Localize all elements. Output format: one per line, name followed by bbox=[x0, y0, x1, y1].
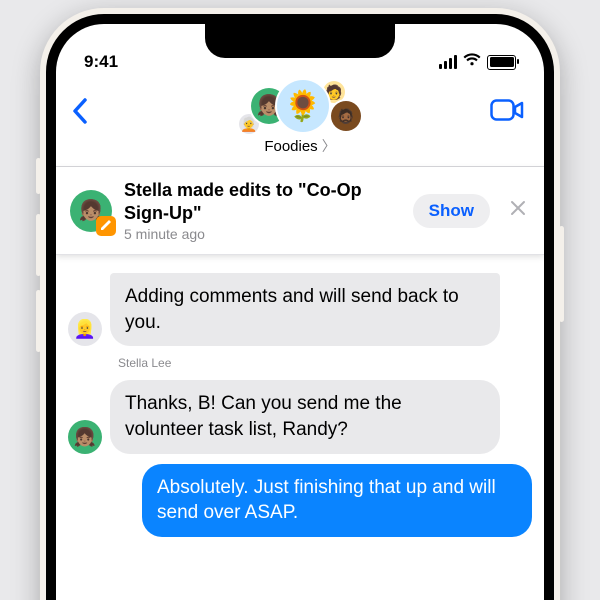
message-list[interactable]: 👱‍♀️ Adding comments and will send back … bbox=[56, 255, 544, 555]
message-bubble[interactable]: Thanks, B! Can you send me the volunteer… bbox=[110, 380, 500, 453]
conversation-header: 🧑‍🦳 👧🏽 🌻 🧑 🧔🏾 Foodies 〉 bbox=[56, 76, 544, 167]
phone-frame: 9:41 bbox=[40, 8, 560, 600]
group-name: Foodies bbox=[264, 138, 317, 155]
banner-timestamp: 5 minute ago bbox=[124, 226, 401, 242]
message-bubble[interactable]: Absolutely. Just finishing that up and w… bbox=[142, 464, 532, 537]
group-avatar: 🌻 bbox=[277, 80, 329, 132]
volume-down-button bbox=[36, 290, 41, 352]
message-bubble[interactable]: Adding comments and will send back to yo… bbox=[110, 273, 500, 346]
wifi-icon bbox=[463, 52, 481, 72]
message-row: 👧🏽 Thanks, B! Can you send me the volunt… bbox=[68, 380, 532, 453]
cellular-icon bbox=[439, 55, 457, 69]
back-button[interactable] bbox=[72, 98, 88, 130]
close-banner-button[interactable] bbox=[502, 195, 530, 226]
collaboration-banner: 👧🏽 Stella made edits to "Co-Op Sign-Up" … bbox=[56, 167, 544, 255]
banner-title: Stella made edits to "Co-Op Sign-Up" bbox=[124, 179, 401, 224]
message-row: 👱‍♀️ Adding comments and will send back … bbox=[68, 273, 532, 346]
status-time: 9:41 bbox=[84, 52, 118, 72]
battery-icon bbox=[487, 55, 516, 70]
notch bbox=[205, 24, 395, 58]
volume-up-button bbox=[36, 214, 41, 276]
banner-avatar: 👧🏽 bbox=[70, 190, 112, 232]
participant-avatar: 🧔🏾 bbox=[331, 101, 361, 131]
group-name-button[interactable]: Foodies 〉 bbox=[68, 136, 532, 156]
message-row: Absolutely. Just finishing that up and w… bbox=[68, 464, 532, 537]
sender-avatar[interactable]: 👱‍♀️ bbox=[68, 312, 102, 346]
power-button bbox=[559, 226, 564, 322]
sender-label: Stella Lee bbox=[118, 356, 532, 370]
sender-avatar[interactable]: 👧🏽 bbox=[68, 420, 102, 454]
group-avatar-cluster[interactable]: 🧑‍🦳 👧🏽 🌻 🧑 🧔🏾 bbox=[68, 80, 532, 132]
chevron-right-icon: 〉 bbox=[322, 136, 336, 156]
pages-document-icon bbox=[96, 216, 116, 236]
mute-switch bbox=[36, 158, 41, 194]
facetime-button[interactable] bbox=[490, 98, 524, 127]
show-button[interactable]: Show bbox=[413, 194, 490, 228]
